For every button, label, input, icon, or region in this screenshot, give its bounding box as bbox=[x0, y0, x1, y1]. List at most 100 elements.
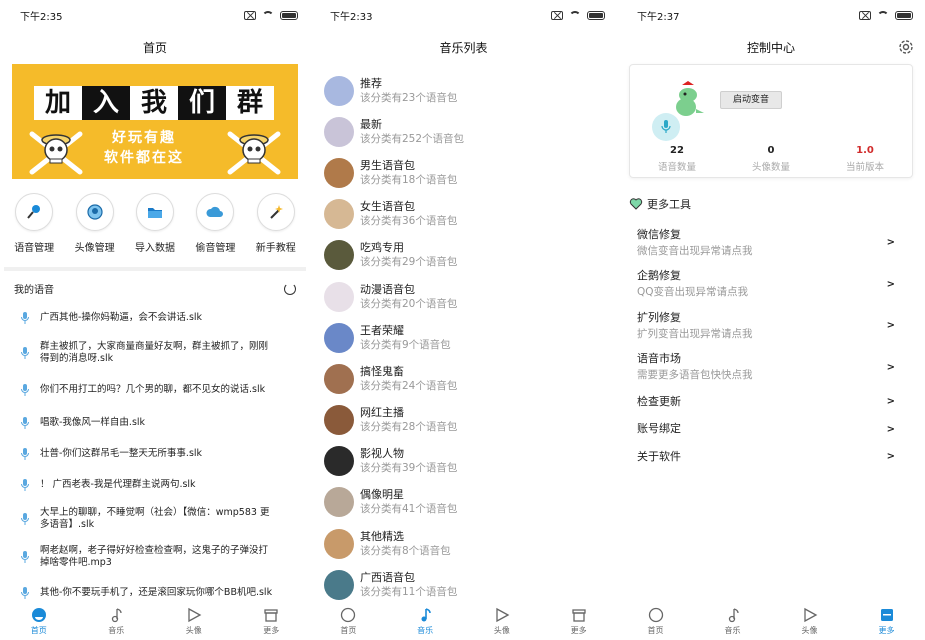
list-item[interactable]: 搞怪鬼畜 该分类有24个语音包 bbox=[324, 358, 617, 399]
chevron-right-icon: > bbox=[886, 320, 895, 332]
tab-home[interactable]: 首页 bbox=[631, 607, 681, 636]
no-sim-icon bbox=[859, 10, 871, 20]
cloud-icon bbox=[206, 206, 224, 217]
action-tutorial[interactable]: 新手教程 bbox=[246, 193, 306, 267]
tab-avatar[interactable]: 头像 bbox=[477, 607, 527, 636]
box-icon bbox=[880, 608, 893, 621]
skull-icon bbox=[29, 131, 83, 175]
gear-icon[interactable] bbox=[897, 38, 915, 56]
list-item[interactable]: 动漫语音包 该分类有20个语音包 bbox=[324, 276, 617, 317]
avatar-icon bbox=[86, 204, 103, 220]
tab-more[interactable]: 更多 bbox=[554, 607, 604, 636]
tool-check-update[interactable]: 检查更新 > bbox=[637, 388, 895, 416]
chevron-right-icon: > bbox=[886, 451, 895, 463]
action-import-data[interactable]: 导入数据 bbox=[125, 193, 185, 267]
refresh-icon[interactable] bbox=[284, 282, 296, 295]
list-item[interactable]: 啊老赵啊，老子得好好检查检查啊，这鬼子的子弹没打掉啥零件吧.mp3 bbox=[20, 538, 310, 576]
heart-icon bbox=[629, 198, 643, 210]
list-item[interactable]: 吃鸡专用 该分类有29个语音包 bbox=[324, 235, 617, 276]
tool-voice-market[interactable]: 语音市场 需要更多语音包快快点我 > bbox=[637, 347, 895, 389]
category-name: 王者荣耀 bbox=[360, 323, 404, 337]
category-count: 该分类有20个语音包 bbox=[360, 297, 458, 310]
list-item[interactable]: 偶像明星 该分类有41个语音包 bbox=[324, 482, 617, 523]
mic-icon bbox=[21, 479, 29, 491]
category-avatar bbox=[324, 569, 354, 600]
tab-more[interactable]: 更多 bbox=[246, 607, 296, 636]
tab-avatar[interactable]: 头像 bbox=[169, 607, 219, 636]
wifi-icon bbox=[877, 11, 889, 23]
mic-icon bbox=[21, 587, 29, 599]
category-avatar bbox=[324, 363, 354, 394]
banner-char: 们 bbox=[178, 86, 226, 120]
chevron-right-icon: > bbox=[886, 423, 895, 435]
status-time: 下午2:35 bbox=[20, 11, 63, 23]
tab-music[interactable]: 音乐 bbox=[91, 607, 141, 636]
page-title: 音乐列表 bbox=[439, 40, 488, 55]
category-name: 女生语音包 bbox=[360, 200, 415, 214]
action-steal-voice-manage[interactable]: 偷音管理 bbox=[185, 193, 245, 267]
stat-avatar-count: 0 头像数量 bbox=[751, 145, 790, 173]
mic-icon bbox=[21, 312, 29, 324]
join-group-banner[interactable]: 加 入 我 们 群 好玩有趣 软件都在这 bbox=[12, 64, 298, 179]
tool-account-binding[interactable]: 账号绑定 > bbox=[637, 416, 895, 444]
category-name: 搞怪鬼畜 bbox=[360, 364, 404, 378]
tool-expand-fix[interactable]: 扩列修复 扩列变音出现异常请点我 > bbox=[637, 305, 895, 347]
category-name: 最新 bbox=[360, 117, 382, 131]
list-item[interactable]: 影视人物 该分类有39个语音包 bbox=[324, 441, 617, 482]
tab-avatar[interactable]: 头像 bbox=[785, 607, 835, 636]
list-item[interactable]: 唱歌-我像风一样自由.slk bbox=[20, 408, 310, 438]
status-time: 下午2:37 bbox=[637, 11, 680, 23]
list-item[interactable]: 推荐 该分类有23个语音包 bbox=[324, 70, 617, 111]
tool-about[interactable]: 关于软件 > bbox=[637, 443, 895, 471]
status-card: 启动变音 22 语音数量 0 头像数量 1.0 当前版本 bbox=[629, 64, 913, 178]
category-avatar bbox=[324, 116, 354, 147]
list-item[interactable]: 你们不用打工的吗？几个男的聊，都不见女的说话.slk bbox=[20, 372, 310, 408]
tool-wechat-fix[interactable]: 微信修复 微信变音出现异常请点我 > bbox=[637, 222, 895, 264]
tab-home[interactable]: 首页 bbox=[14, 607, 64, 636]
category-count: 该分类有28个语音包 bbox=[360, 421, 458, 434]
tool-qq-fix[interactable]: 企鹅修复 QQ变音出现异常请点我 > bbox=[637, 264, 895, 306]
tab-home[interactable]: 首页 bbox=[323, 607, 373, 636]
list-item[interactable]: 群主被抓了，大家商量商量好友啊，群主被抓了，刚刚得到的消息呀.slk bbox=[20, 334, 310, 372]
list-item[interactable]: 男生语音包 该分类有18个语音包 bbox=[324, 152, 617, 193]
wifi-icon bbox=[262, 11, 274, 23]
box-icon bbox=[264, 608, 278, 622]
category-name: 网红主播 bbox=[360, 406, 404, 420]
start-voice-change-button[interactable]: 启动变音 bbox=[720, 91, 782, 109]
category-name: 其他精选 bbox=[360, 529, 404, 543]
box-icon bbox=[571, 608, 586, 622]
list-item[interactable]: 网红主播 该分类有28个语音包 bbox=[324, 400, 617, 441]
tab-music[interactable]: 音乐 bbox=[708, 607, 758, 636]
list-item[interactable]: 广西语音包 该分类有11个语音包 bbox=[324, 564, 617, 605]
category-count: 该分类有9个语音包 bbox=[360, 338, 451, 351]
list-item[interactable]: ！ 广西老表-我是代理群主说两句.slk bbox=[20, 470, 310, 500]
tab-music[interactable]: 音乐 bbox=[400, 607, 450, 636]
mic-button[interactable] bbox=[652, 113, 680, 141]
list-item[interactable]: 广西其他-操你妈勒逼，会不会讲话.slk bbox=[20, 302, 310, 334]
category-avatar bbox=[324, 487, 354, 518]
banner-char: 我 bbox=[130, 86, 178, 120]
status-bar: 下午2:33 bbox=[310, 0, 617, 30]
bottom-tab-bar: 首页 音乐 头像 更多 bbox=[617, 602, 925, 640]
category-avatar bbox=[324, 199, 354, 230]
list-item[interactable]: 最新 该分类有252个语音包 bbox=[324, 111, 617, 152]
list-item[interactable]: 大早上的聊聊，不睡觉啊（社会）【微信：wmp583 更多语音】.slk bbox=[20, 500, 310, 538]
chevron-right-icon: > bbox=[886, 278, 895, 290]
no-sim-icon bbox=[551, 10, 563, 20]
bottom-tab-bar: 首页 音乐 头像 更多 bbox=[0, 602, 310, 640]
action-avatar-manage[interactable]: 头像管理 bbox=[65, 193, 125, 267]
tab-more[interactable]: 更多 bbox=[862, 607, 912, 636]
mic-icon bbox=[21, 384, 29, 396]
voice-list: 广西其他-操你妈勒逼，会不会讲话.slk 群主被抓了，大家商量商量好友啊，群主被… bbox=[0, 302, 310, 610]
status-time: 下午2:33 bbox=[330, 11, 373, 23]
list-item[interactable]: 王者荣耀 该分类有9个语音包 bbox=[324, 317, 617, 358]
list-item[interactable]: 壮普-你们这群吊毛一整天无所事事.slk bbox=[20, 438, 310, 470]
my-voice-title: 我的语音 bbox=[14, 285, 54, 296]
category-name: 男生语音包 bbox=[360, 158, 415, 172]
mic-icon bbox=[21, 551, 29, 563]
list-item[interactable]: 其他精选 该分类有8个语音包 bbox=[324, 523, 617, 564]
category-count: 该分类有18个语音包 bbox=[360, 173, 458, 186]
action-voice-manage[interactable]: 语音管理 bbox=[4, 193, 64, 267]
list-item[interactable]: 女生语音包 该分类有36个语音包 bbox=[324, 194, 617, 235]
category-avatar bbox=[324, 75, 354, 106]
